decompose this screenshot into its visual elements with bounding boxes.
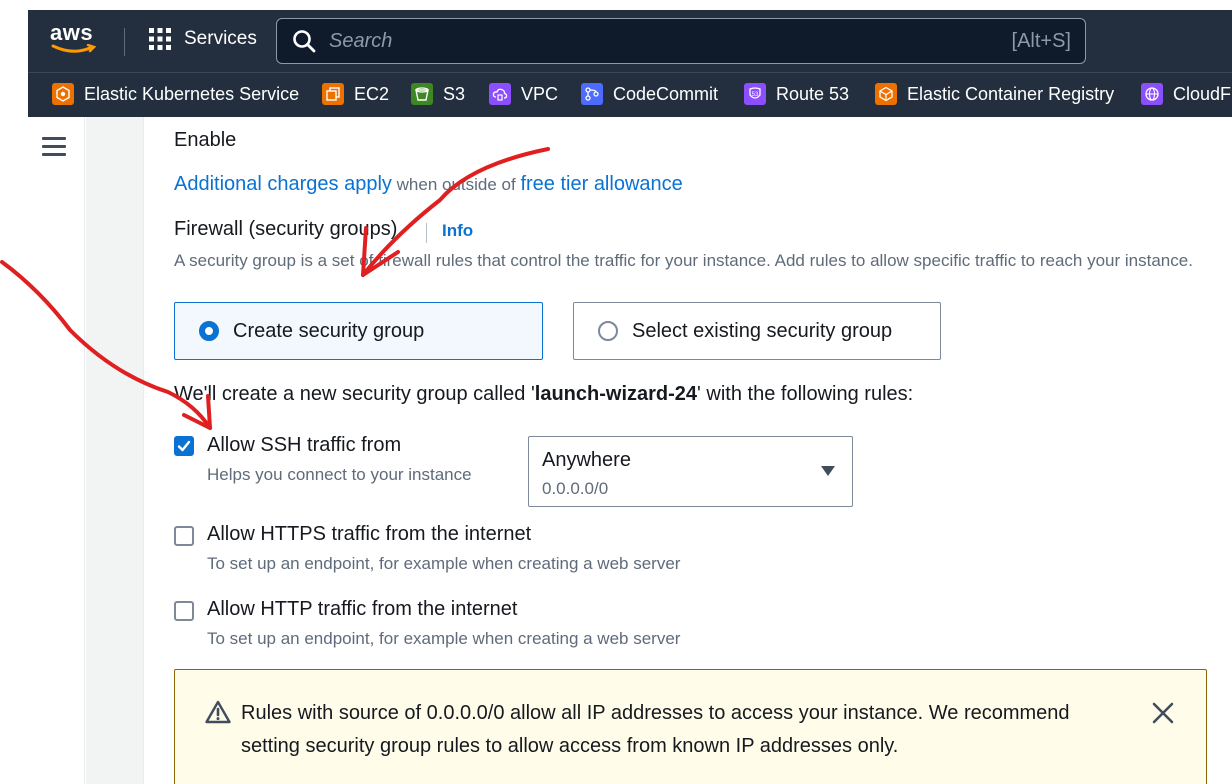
favorite-label: Elastic Kubernetes Service: [84, 83, 300, 104]
aws-logo[interactable]: aws: [50, 22, 98, 54]
services-label: Services: [184, 28, 257, 49]
close-icon[interactable]: [1150, 700, 1176, 726]
services-menu-button[interactable]: Services: [148, 27, 257, 51]
svg-text:53: 53: [752, 92, 759, 98]
charges-middle-text: when outside of: [391, 175, 521, 194]
favorite-ecr[interactable]: Elastic Container Registry: [875, 83, 1114, 105]
info-link[interactable]: Info: [442, 221, 473, 241]
favorite-vpc[interactable]: VPC: [489, 83, 558, 105]
create-security-group-tile[interactable]: Create security group: [174, 302, 543, 360]
favorite-label: Elastic Container Registry: [907, 83, 1115, 104]
vpc-icon: [489, 83, 511, 105]
favorite-route53[interactable]: 53 Route 53: [744, 83, 849, 105]
global-search-bar[interactable]: [Alt+S]: [276, 18, 1086, 64]
favorite-s3[interactable]: S3: [411, 83, 465, 105]
info-divider: [426, 223, 427, 243]
ec2-icon: [322, 83, 344, 105]
firewall-description: A security group is a set of firewall ru…: [174, 251, 1193, 270]
s3-icon: [411, 83, 433, 105]
aws-smile-icon: [51, 44, 97, 53]
favorite-label: EC2: [354, 83, 390, 104]
https-checkbox[interactable]: [174, 526, 194, 546]
ssh-label: Allow SSH traffic from: [207, 434, 402, 456]
warning-alert: Rules with source of 0.0.0.0/0 allow all…: [174, 669, 1207, 784]
enable-text: Enable: [174, 129, 237, 151]
favorite-label: CodeCommit: [613, 83, 719, 104]
ssh-source-select[interactable]: Anywhere 0.0.0.0/0: [528, 436, 853, 507]
favorite-eks[interactable]: Elastic Kubernetes Service: [52, 83, 299, 105]
ssh-description: Helps you connect to your instance: [207, 465, 472, 484]
search-icon: [293, 30, 316, 53]
security-group-name: launch-wizard-24: [534, 383, 698, 405]
warning-alert-text: Rules with source of 0.0.0.0/0 allow all…: [241, 702, 1070, 757]
radio-unselected[interactable]: [598, 321, 618, 341]
favorite-ec2[interactable]: EC2: [322, 83, 389, 105]
ssh-source-cidr: 0.0.0.0/0: [542, 479, 609, 498]
search-shortcut-hint: [Alt+S]: [1011, 29, 1071, 52]
favorite-cloudfront[interactable]: CloudFr: [1141, 83, 1232, 105]
route53-icon: 53: [744, 83, 766, 105]
warning-icon: [205, 700, 231, 724]
favorite-label: S3: [443, 83, 466, 104]
http-description: To set up an endpoint, for example when …: [207, 629, 681, 648]
ssh-source-value: Anywhere: [542, 449, 631, 471]
search-input[interactable]: [329, 29, 1012, 53]
summary-prefix: We'll create a new security group called…: [174, 383, 535, 405]
summary-suffix: ' with the following rules:: [697, 383, 914, 405]
eks-icon: [52, 83, 74, 105]
favorite-label: Route 53: [776, 83, 850, 104]
side-navigation-panel: [28, 117, 85, 784]
checkmark-icon: [177, 440, 191, 452]
https-description: To set up an endpoint, for example when …: [207, 554, 681, 573]
http-checkbox[interactable]: [174, 601, 194, 621]
favorite-codecommit[interactable]: CodeCommit: [581, 83, 718, 105]
http-label: Allow HTTP traffic from the internet: [207, 598, 518, 620]
top-navigation-bar: aws Services [Alt+S]: [28, 10, 1232, 72]
aws-logo-text: aws: [50, 20, 94, 45]
free-tier-link[interactable]: free tier allowance: [520, 173, 682, 195]
favorite-label: CloudFr: [1173, 83, 1232, 104]
ecr-icon: [875, 83, 897, 105]
select-existing-security-group-tile[interactable]: Select existing security group: [573, 302, 941, 360]
layout-gutter: [86, 117, 144, 784]
hamburger-menu-icon[interactable]: [42, 137, 66, 157]
https-label: Allow HTTPS traffic from the internet: [207, 523, 532, 545]
favorites-bar: Elastic Kubernetes Service EC2 S3 VPC Co…: [28, 72, 1232, 117]
create-security-group-label: Create security group: [233, 319, 425, 342]
firewall-label: Firewall (security groups): [174, 218, 398, 240]
grid-menu-icon: [149, 28, 171, 50]
network-settings-content: Enable Additional charges apply when out…: [144, 117, 1232, 784]
additional-charges-line: Additional charges apply when outside of…: [174, 173, 683, 196]
radio-selected[interactable]: [199, 321, 219, 341]
favorite-label: VPC: [521, 83, 559, 104]
cloudfront-icon: [1141, 83, 1163, 105]
nav-divider: [124, 28, 125, 56]
codecommit-icon: [581, 83, 603, 105]
select-existing-security-group-label: Select existing security group: [632, 319, 893, 342]
additional-charges-link[interactable]: Additional charges apply: [174, 173, 392, 195]
caret-down-icon: [821, 466, 835, 476]
security-group-summary: We'll create a new security group called…: [174, 383, 913, 406]
ssh-checkbox[interactable]: [174, 436, 194, 456]
